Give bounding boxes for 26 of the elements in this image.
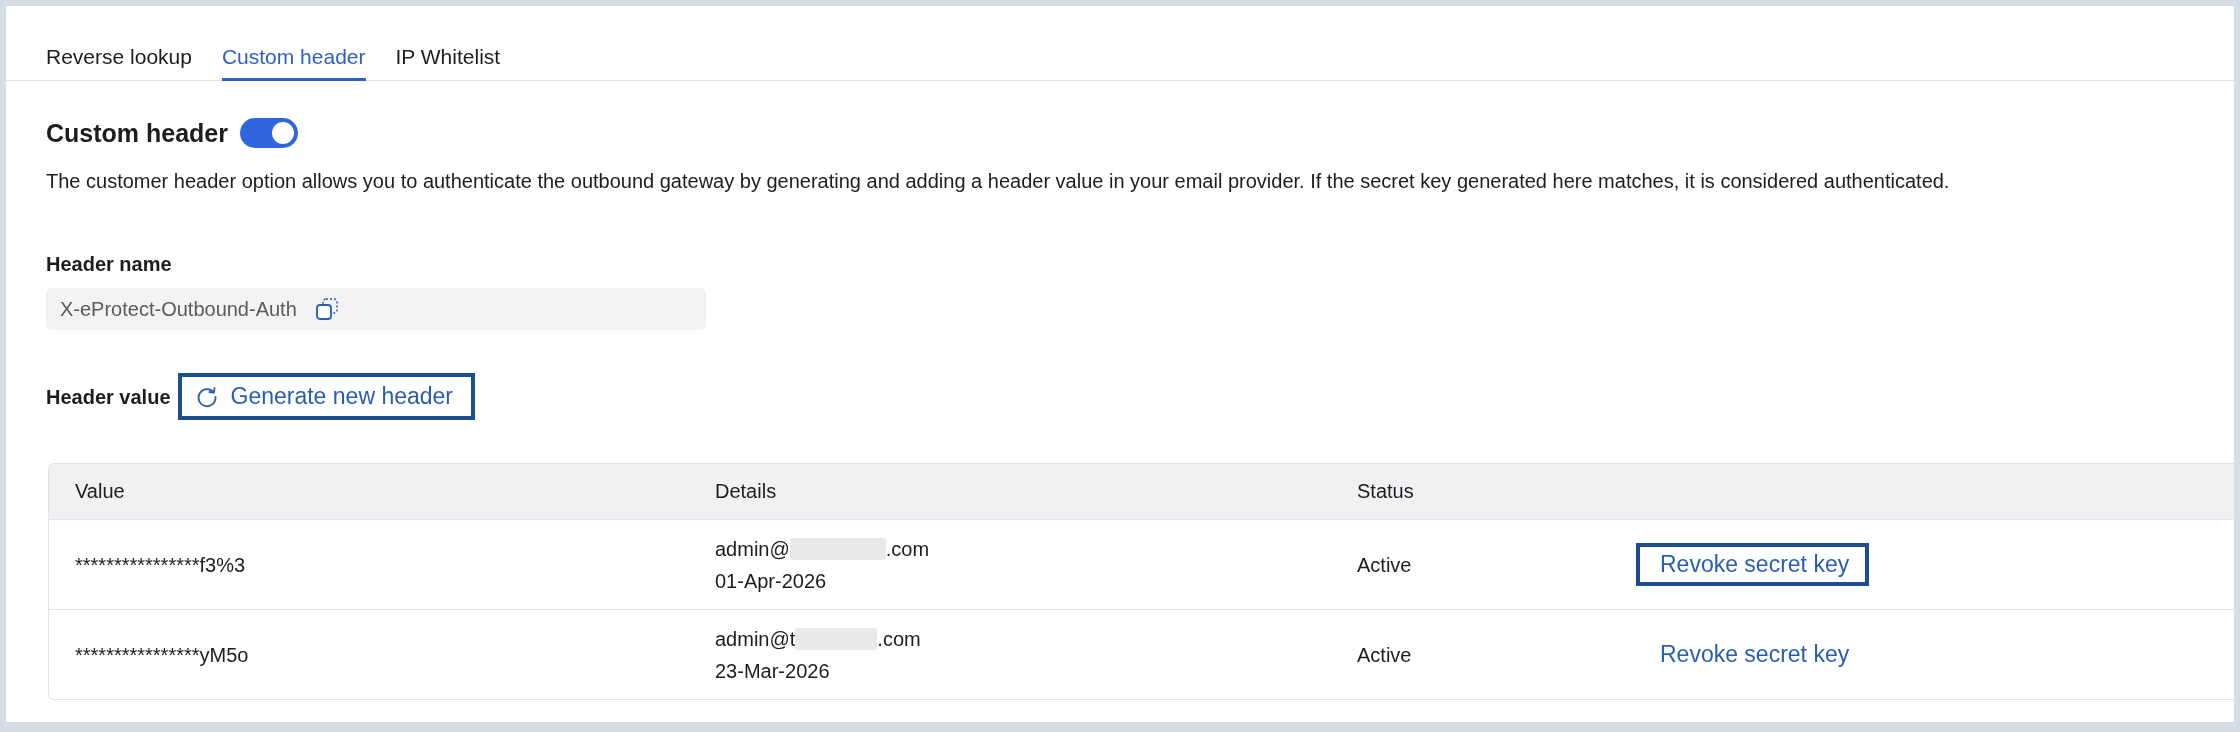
- email-text: .com: [885, 536, 930, 561]
- tab[interactable]: Reverse lookup: [46, 45, 192, 81]
- tab[interactable]: IP Whitelist: [395, 45, 501, 81]
- field-label: Header name: [46, 252, 173, 276]
- header-name-field[interactable]: X-eProtect-Outbound-Auth: [46, 288, 706, 330]
- value-cell-text: ****************yM5o: [74, 642, 250, 667]
- description-text: The customer header option allows you to authenticate the outbound gateway by generating and adding a header value in your email provider. If the secret key generated here matches, it is considered authenticated.: [46, 169, 1951, 193]
- status-cell-text: Active: [1356, 552, 1413, 577]
- section-title: Custom header: [46, 118, 228, 148]
- tab[interactable]: Custom header: [221, 45, 366, 81]
- email-text: admin@: [715, 536, 790, 561]
- email-text: admin@t: [715, 626, 796, 651]
- generate-button[interactable]: Generate new header: [177, 373, 475, 420]
- field-label: Header value: [46, 384, 171, 409]
- copy-icon[interactable]: [314, 297, 339, 321]
- column-header: Status: [1356, 480, 1415, 503]
- toggle-switch[interactable]: [240, 118, 298, 148]
- field-value: X-eProtect-Outbound-Auth: [60, 297, 297, 321]
- revoke-link[interactable]: Revoke secret key: [1636, 543, 1870, 586]
- column-header: Value: [74, 480, 126, 503]
- date-text: 01-Apr-2026: [715, 568, 828, 593]
- date-text: 23-Mar-2026: [715, 658, 831, 683]
- value-cell-text: ****************f3%3: [74, 552, 247, 577]
- status-cell-text: Active: [1356, 642, 1413, 667]
- column-header: Details: [714, 480, 778, 503]
- email-text: .com: [877, 626, 921, 651]
